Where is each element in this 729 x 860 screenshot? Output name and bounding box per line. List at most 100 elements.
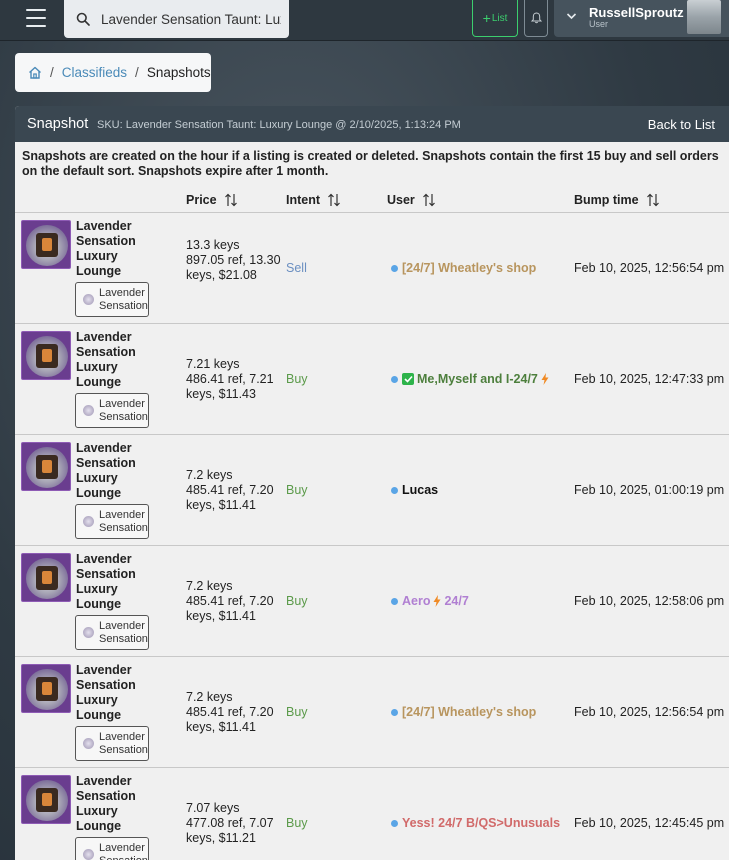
effect-icon xyxy=(83,405,94,416)
price-cell: 7.21 keys 486.41 ref, 7.21 keys, $11.43 xyxy=(186,357,281,402)
user-link[interactable]: Me,Myself and I-24/7 xyxy=(417,372,538,386)
table-row: Lavender Sensation Luxury Lounge Lavende… xyxy=(15,546,729,657)
effect-badge: Lavender Sensation xyxy=(75,615,149,650)
price-cell: 7.07 keys 477.08 ref, 7.07 keys, $11.21 xyxy=(186,801,281,846)
price-main: 7.2 keys xyxy=(186,468,233,482)
online-indicator xyxy=(391,486,398,494)
column-user[interactable]: User xyxy=(387,193,436,207)
effect-label: Lavender Sensation xyxy=(99,842,148,860)
item-image[interactable] xyxy=(21,553,71,602)
item-image[interactable] xyxy=(21,775,71,824)
effect-label: Lavender Sensation xyxy=(99,509,148,534)
price-main: 7.2 keys xyxy=(186,579,233,593)
user-name: RussellSproutz xyxy=(589,5,684,20)
breadcrumb: / Classifieds / Snapshots xyxy=(15,53,211,92)
column-bump-time[interactable]: Bump time xyxy=(574,193,660,207)
intent-label: Buy xyxy=(286,705,308,719)
user-link[interactable]: Lucas xyxy=(402,483,438,497)
online-indicator xyxy=(391,597,398,605)
column-price[interactable]: Price xyxy=(186,193,238,207)
snapshot-table-body: Lavender Sensation Luxury Lounge Lavende… xyxy=(15,213,729,860)
bump-time: Feb 10, 2025, 12:56:54 pm xyxy=(574,705,725,719)
user-suffix: 24/7 xyxy=(444,594,469,608)
item-image[interactable] xyxy=(21,220,71,269)
item-name[interactable]: Lavender Sensation Luxury Lounge xyxy=(76,774,146,834)
item-name[interactable]: Lavender Sensation Luxury Lounge xyxy=(76,219,146,279)
plus-icon: + xyxy=(482,10,491,26)
user-link[interactable]: [24/7] Wheatley's shop xyxy=(402,261,536,275)
user-cell[interactable]: [24/7] Wheatley's shop xyxy=(391,705,536,719)
column-intent-label: Intent xyxy=(286,193,321,207)
price-main: 7.07 keys xyxy=(186,801,240,815)
item-image[interactable] xyxy=(21,664,71,713)
item-name[interactable]: Lavender Sensation Luxury Lounge xyxy=(76,663,146,723)
sort-icon xyxy=(328,193,340,207)
effect-icon xyxy=(83,738,94,749)
user-link[interactable]: [24/7] Wheatley's shop xyxy=(402,705,536,719)
price-details: 485.41 ref, 7.20 keys, $11.41 xyxy=(186,594,274,623)
price-details: 897.05 ref, 13.30 keys, $21.08 xyxy=(186,253,281,282)
effect-label: Lavender Sensation xyxy=(99,620,148,645)
user-cell[interactable]: Lucas xyxy=(391,483,438,497)
column-price-label: Price xyxy=(186,193,217,207)
column-bump-label: Bump time xyxy=(574,193,639,207)
sort-icon xyxy=(422,193,435,207)
breadcrumb-separator: / xyxy=(135,65,139,80)
price-details: 485.41 ref, 7.20 keys, $11.41 xyxy=(186,483,274,512)
user-cell[interactable]: Me,Myself and I-24/7 xyxy=(391,372,549,386)
bump-time: Feb 10, 2025, 01:00:19 pm xyxy=(574,483,725,497)
intent-label: Buy xyxy=(286,483,308,497)
avatar[interactable] xyxy=(687,0,721,34)
item-name[interactable]: Lavender Sensation Luxury Lounge xyxy=(76,552,146,612)
lightning-icon xyxy=(433,595,441,607)
navbar: + List RussellSproutz User xyxy=(0,0,729,41)
effect-icon xyxy=(83,516,94,527)
effect-badge: Lavender Sensation xyxy=(75,282,149,317)
user-menu[interactable]: RussellSproutz User xyxy=(554,0,729,37)
item-image[interactable] xyxy=(21,442,71,491)
price-details: 486.41 ref, 7.21 keys, $11.43 xyxy=(186,372,274,401)
table-row: Lavender Sensation Luxury Lounge Lavende… xyxy=(15,213,729,324)
effect-icon xyxy=(83,294,94,305)
breadcrumb-classifieds-link[interactable]: Classifieds xyxy=(62,65,127,80)
snapshot-notice: Snapshots are created on the hour if a l… xyxy=(22,149,719,178)
user-link[interactable]: Yess! 24/7 B/QS>Unusuals xyxy=(402,816,560,830)
item-name[interactable]: Lavender Sensation Luxury Lounge xyxy=(76,330,146,390)
user-cell[interactable]: Aero 24/7 xyxy=(391,594,469,608)
intent-label: Sell xyxy=(286,261,307,275)
price-details: 485.41 ref, 7.20 keys, $11.41 xyxy=(186,705,274,734)
effect-badge: Lavender Sensation xyxy=(75,837,149,860)
table-row: Lavender Sensation Luxury Lounge Lavende… xyxy=(15,324,729,435)
item-name[interactable]: Lavender Sensation Luxury Lounge xyxy=(76,441,146,501)
column-user-label: User xyxy=(387,193,415,207)
new-listing-button[interactable]: + List xyxy=(472,0,518,37)
bump-time: Feb 10, 2025, 12:47:33 pm xyxy=(574,372,725,386)
back-to-list-link[interactable]: Back to List xyxy=(648,117,715,132)
online-indicator xyxy=(391,819,398,827)
user-link[interactable]: Aero xyxy=(402,594,430,608)
online-indicator xyxy=(391,375,398,383)
price-main: 7.21 keys xyxy=(186,357,240,371)
price-details: 477.08 ref, 7.07 keys, $11.21 xyxy=(186,816,274,845)
bump-time: Feb 10, 2025, 12:45:45 pm xyxy=(574,816,725,830)
column-intent[interactable]: Intent xyxy=(286,193,341,207)
table-header: Price Intent User Bump time xyxy=(15,186,729,213)
user-role: User xyxy=(589,19,609,29)
panel-title: Snapshot xyxy=(27,116,89,132)
item-image[interactable] xyxy=(21,331,71,380)
price-cell: 7.2 keys 485.41 ref, 7.20 keys, $11.41 xyxy=(186,468,281,513)
menu-icon[interactable] xyxy=(26,9,46,27)
lightning-icon xyxy=(541,373,549,385)
search-icon xyxy=(76,12,90,26)
sort-icon xyxy=(224,193,237,207)
user-cell[interactable]: [24/7] Wheatley's shop xyxy=(391,261,536,275)
effect-icon xyxy=(83,849,94,860)
price-cell: 7.2 keys 485.41 ref, 7.20 keys, $11.41 xyxy=(186,579,281,624)
effect-label: Lavender Sensation xyxy=(99,731,148,756)
notifications-button[interactable] xyxy=(524,0,548,37)
search-input[interactable] xyxy=(101,11,281,27)
snapshot-panel: Snapshot SKU: Lavender Sensation Taunt: … xyxy=(15,106,729,860)
breadcrumb-separator: / xyxy=(50,65,54,80)
user-cell[interactable]: Yess! 24/7 B/QS>Unusuals xyxy=(391,816,560,830)
home-icon[interactable] xyxy=(28,66,42,79)
